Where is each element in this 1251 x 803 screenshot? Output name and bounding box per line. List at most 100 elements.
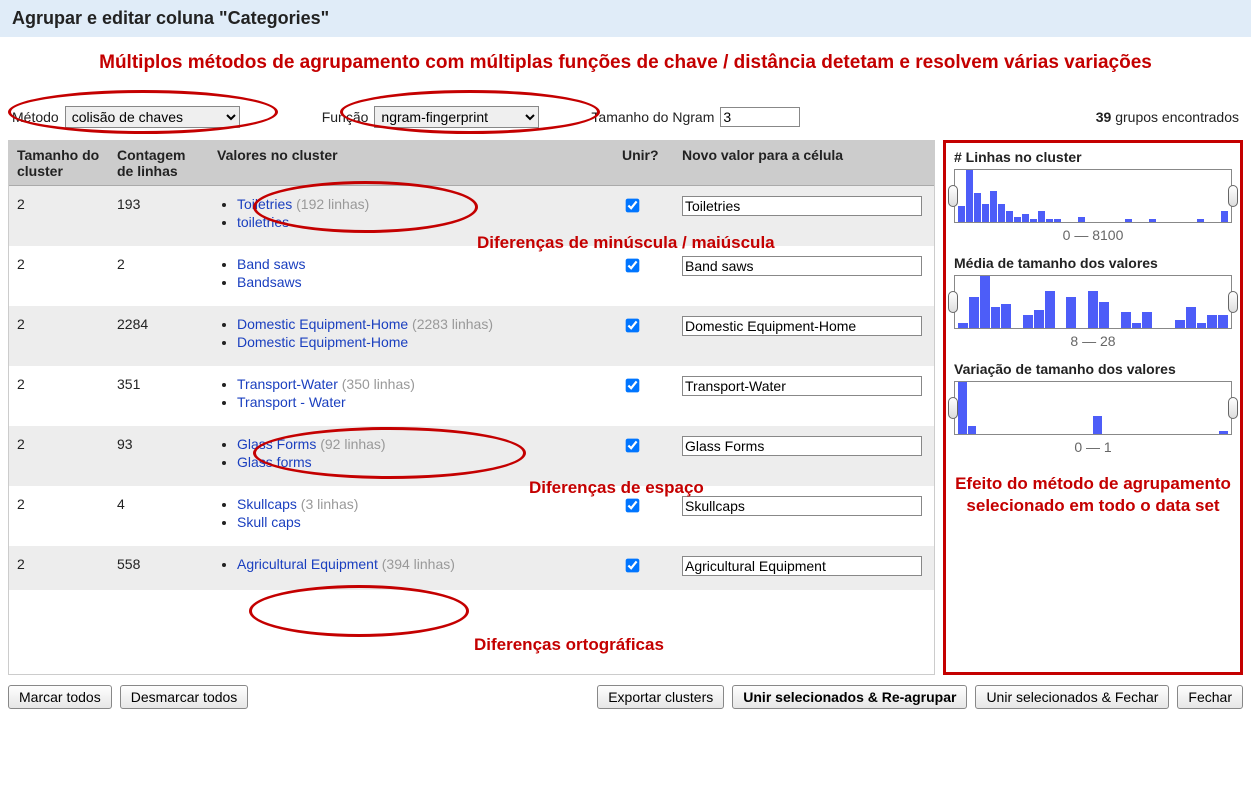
cluster-value-link[interactable]: Transport - Water [237, 394, 346, 410]
newval-input[interactable] [682, 376, 922, 396]
merge-checkbox[interactable] [626, 378, 640, 392]
table-row: 2351Transport-Water (350 linhas)Transpor… [9, 366, 934, 426]
hist2-range: 8 — 28 [954, 333, 1232, 349]
merge-recluster-button[interactable]: Unir selecionados & Re-agrupar [732, 685, 967, 709]
annotation-headline: Múltiplos métodos de agrupamento com múl… [0, 37, 1251, 76]
hist-bar [990, 191, 997, 222]
cell-newval [674, 486, 934, 546]
cell-cluster-size: 2 [9, 426, 109, 486]
cluster-value-link[interactable]: toiletries [237, 214, 289, 230]
cell-cluster-values: Toiletries (192 linhas)toiletries [209, 185, 614, 246]
method-select[interactable]: colisão de chaves [65, 106, 240, 128]
close-button[interactable]: Fechar [1177, 685, 1243, 709]
table-row: 24Skullcaps (3 linhas)Skull caps [9, 486, 934, 546]
hist-bar [998, 204, 1005, 222]
merge-checkbox[interactable] [626, 498, 640, 512]
cell-newval [674, 246, 934, 306]
cell-cluster-values: Domestic Equipment-Home (2283 linhas)Dom… [209, 306, 614, 366]
cell-merge [614, 185, 674, 246]
hist-bar [1121, 312, 1131, 328]
hist-bar [982, 204, 989, 222]
hist1 [954, 169, 1232, 223]
newval-input[interactable] [682, 256, 922, 276]
hist-bar [1078, 217, 1085, 222]
cluster-value-link[interactable]: Skull caps [237, 514, 301, 530]
hist1-handle-left[interactable] [948, 185, 958, 207]
merge-checkbox[interactable] [626, 558, 640, 572]
merge-checkbox[interactable] [626, 438, 640, 452]
hist1-title: # Linhas no cluster [954, 149, 1232, 165]
cell-merge [614, 546, 674, 590]
list-item: Agricultural Equipment (394 linhas) [237, 556, 606, 572]
cluster-value-link[interactable]: Agricultural Equipment [237, 556, 378, 572]
ngram-size-input[interactable] [720, 107, 800, 127]
cell-merge [614, 486, 674, 546]
cell-cluster-values: Band saws Bandsaws [209, 246, 614, 306]
hist-bar [1038, 211, 1045, 221]
hist3-handle-right[interactable] [1228, 397, 1238, 419]
cell-cluster-values: Agricultural Equipment (394 linhas) [209, 546, 614, 590]
hist2-handle-left[interactable] [948, 291, 958, 313]
cluster-value-link[interactable]: Bandsaws [237, 274, 302, 290]
hist3-handle-left[interactable] [948, 397, 958, 419]
newval-input[interactable] [682, 316, 922, 336]
hist1-handle-right[interactable] [1228, 185, 1238, 207]
annotation-side-caption: Efeito do método de agrupamento selecion… [954, 473, 1232, 517]
newval-input[interactable] [682, 196, 922, 216]
cluster-value-link[interactable]: Domestic Equipment-Home [237, 334, 408, 350]
newval-input[interactable] [682, 496, 922, 516]
hist-bar [1045, 291, 1055, 327]
hist-bar [1132, 323, 1142, 328]
list-item: Skull caps [237, 514, 606, 530]
merge-close-button[interactable]: Unir selecionados & Fechar [975, 685, 1169, 709]
hist-bar [1046, 219, 1053, 222]
cell-row-count: 193 [109, 185, 209, 246]
ngram-size-label: Tamanho do Ngram [591, 109, 714, 125]
cluster-value-link[interactable]: Band saws [237, 256, 305, 272]
cluster-value-link[interactable]: Transport-Water [237, 376, 338, 392]
merge-checkbox[interactable] [626, 258, 640, 272]
hist-bar [968, 426, 977, 434]
clusters-table-container[interactable]: Tamanho do cluster Contagem de linhas Va… [8, 140, 935, 675]
list-item: Transport-Water (350 linhas) [237, 376, 606, 392]
hist-bar [966, 170, 973, 222]
hist-bar [1014, 217, 1021, 222]
cluster-value-link[interactable]: Skullcaps [237, 496, 297, 512]
function-select[interactable]: ngram-fingerprint [374, 106, 539, 128]
newval-input[interactable] [682, 436, 922, 456]
hist-bar [1149, 219, 1156, 222]
side-panel: # Linhas no cluster 0 — 8100 Média de ta… [943, 140, 1243, 675]
cluster-value-link[interactable]: Domestic Equipment-Home [237, 316, 408, 332]
hist2-handle-right[interactable] [1228, 291, 1238, 313]
cell-cluster-values: Transport-Water (350 linhas) Transport - … [209, 366, 614, 426]
merge-checkbox[interactable] [626, 198, 640, 212]
hist-bar [1221, 211, 1228, 221]
cell-newval [674, 426, 934, 486]
col-merge: Unir? [614, 141, 674, 186]
hist-bar [1088, 291, 1098, 327]
export-clusters-button[interactable]: Exportar clusters [597, 685, 724, 709]
cell-row-count: 2284 [109, 306, 209, 366]
cell-cluster-size: 2 [9, 246, 109, 306]
select-all-button[interactable]: Marcar todos [8, 685, 112, 709]
cluster-value-link[interactable]: Glass Forms [237, 436, 316, 452]
list-item: toiletries [237, 214, 606, 230]
cluster-value-link[interactable]: Toiletries [237, 196, 292, 212]
hist-bar [1030, 219, 1037, 222]
merge-checkbox[interactable] [626, 318, 640, 332]
hist-bar [1207, 315, 1217, 328]
cell-row-count: 93 [109, 426, 209, 486]
newval-input[interactable] [682, 556, 922, 576]
cluster-value-count: (350 linhas) [338, 376, 415, 392]
hist-bar [1001, 304, 1011, 327]
cell-cluster-size: 2 [9, 306, 109, 366]
cluster-value-count: (2283 linhas) [408, 316, 493, 332]
hist-bar [958, 382, 967, 434]
list-item: Glass forms [237, 454, 606, 470]
table-row: 293Glass Forms (92 linhas)Glass forms [9, 426, 934, 486]
list-item: Band saws [237, 256, 606, 272]
hist-bar [958, 323, 968, 328]
table-row: 22284Domestic Equipment-Home (2283 linha… [9, 306, 934, 366]
cluster-value-link[interactable]: Glass forms [237, 454, 312, 470]
deselect-all-button[interactable]: Desmarcar todos [120, 685, 249, 709]
